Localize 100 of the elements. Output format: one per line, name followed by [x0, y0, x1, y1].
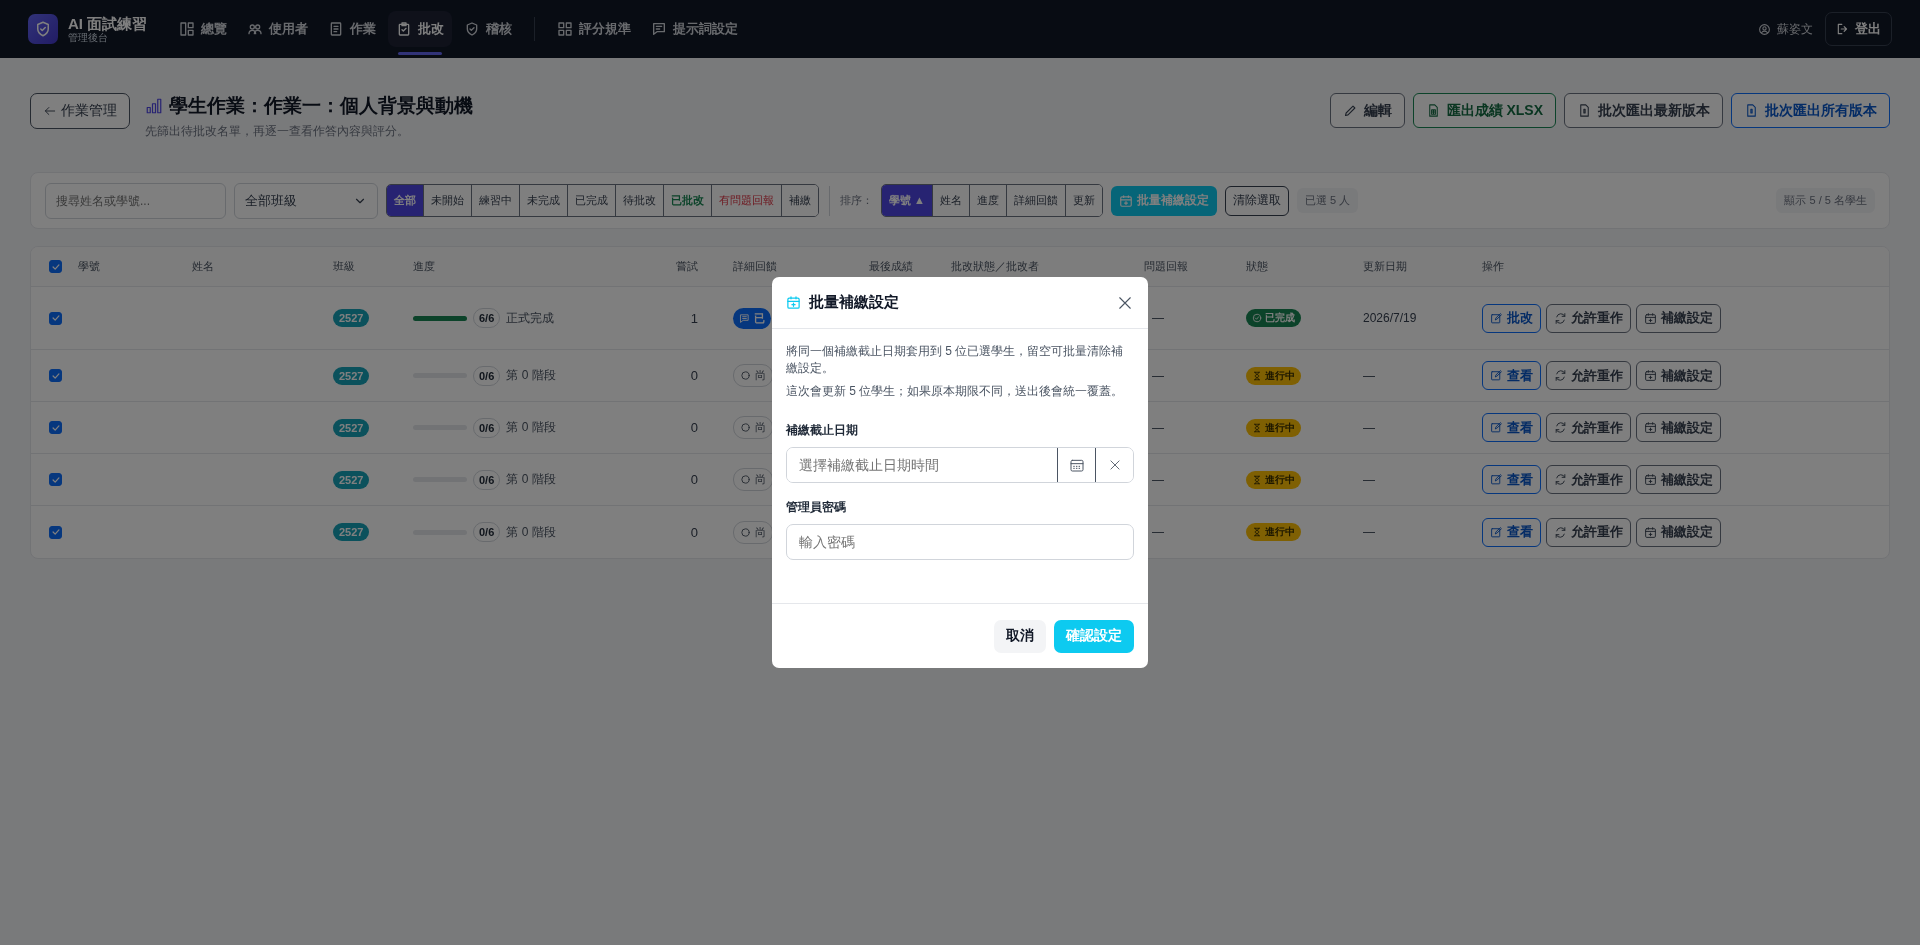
- file-icon: [1577, 103, 1592, 118]
- row-action-button[interactable]: 補繳設定: [1636, 361, 1721, 390]
- nav-tab[interactable]: 稽核: [456, 11, 521, 47]
- column-header: 批改狀態／批改者: [950, 259, 1040, 274]
- dialog-text: 將同一個補繳截止日期套用到 5 位已選學生，留空可批量清除補繳設定。: [786, 343, 1125, 377]
- refresh-icon: [1554, 473, 1567, 486]
- row-action-button[interactable]: 補繳設定: [1636, 413, 1721, 442]
- column-header: 進度: [412, 259, 436, 274]
- row-action-button[interactable]: 允許重作: [1546, 413, 1631, 442]
- header-button[interactable]: 匯出成績 XLSX: [1412, 93, 1556, 128]
- row-action-button[interactable]: 補繳設定: [1636, 465, 1721, 494]
- message-icon: [651, 21, 668, 37]
- circle-icon: [740, 422, 751, 433]
- header-button[interactable]: 批次匯出所有版本: [1731, 93, 1890, 128]
- check-icon: [50, 527, 61, 537]
- nav-tab[interactable]: 總覽: [171, 11, 236, 47]
- progress-stage: 第 0 階段: [506, 471, 556, 488]
- check-icon: [50, 474, 61, 485]
- edit-icon: [1490, 421, 1503, 434]
- filter-tab[interactable]: 全部: [387, 185, 424, 216]
- user-name: 蘇姿文: [1777, 20, 1813, 38]
- class-select[interactable]: 全部班級: [234, 182, 378, 219]
- row-checkbox[interactable]: [49, 369, 62, 382]
- page-title: 學生作業：作業一：個人背景與動機: [169, 94, 473, 118]
- logout-button[interactable]: 登出: [1825, 12, 1892, 46]
- row-action-button[interactable]: 批改: [1482, 303, 1541, 333]
- update-date: —: [1363, 525, 1375, 539]
- class-badge: 2527: [333, 366, 370, 385]
- field-label: 補繳截止日期: [786, 422, 859, 439]
- row-action-button[interactable]: 允許重作: [1546, 303, 1631, 333]
- refresh-icon: [1554, 369, 1567, 382]
- check-icon: [50, 370, 61, 381]
- feedback-badge: 已: [733, 307, 771, 329]
- select-all-checkbox[interactable]: [49, 260, 62, 273]
- hourglass-icon: [1252, 370, 1262, 381]
- calendar-plus-icon: [786, 295, 801, 310]
- issue-report: —: [1152, 420, 1164, 435]
- check-icon: [50, 422, 61, 433]
- selected-count: 已選 5 人: [1296, 188, 1359, 213]
- dialog-title: 批量補繳設定: [809, 293, 899, 312]
- calendar-plus-icon: [1644, 421, 1657, 434]
- sort-tab[interactable]: 學號 ▲: [882, 185, 933, 216]
- row-checkbox[interactable]: [49, 525, 62, 539]
- column-header: 問題回報: [1143, 259, 1189, 274]
- column-header: 狀態: [1245, 259, 1269, 274]
- column-header: 學號: [77, 259, 101, 274]
- date-field[interactable]: 選擇補繳截止日期時間: [786, 447, 1134, 483]
- row-action-button[interactable]: 查看: [1482, 361, 1541, 390]
- student-count: 顯示 5 / 5 名學生: [1776, 188, 1875, 213]
- calendar-plus-icon: [1644, 369, 1657, 382]
- hourglass-icon: [1252, 527, 1262, 537]
- row-action-button[interactable]: 查看: [1482, 517, 1541, 547]
- header-button[interactable]: 編輯: [1329, 93, 1405, 128]
- issue-report: —: [1152, 525, 1164, 539]
- row-action-button[interactable]: 查看: [1482, 465, 1541, 494]
- header-button[interactable]: 批次匯出最新版本: [1564, 93, 1723, 128]
- row-action-button[interactable]: 允許重作: [1546, 517, 1631, 547]
- field-label: 管理員密碼: [786, 499, 847, 516]
- issue-report: —: [1152, 472, 1164, 487]
- class-badge: 2527: [333, 470, 370, 489]
- update-date: 2026/7/19: [1363, 311, 1417, 325]
- app-subtitle: 管理後台: [68, 31, 108, 44]
- column-header: 最後成績: [868, 259, 914, 274]
- column-header: 班級: [332, 259, 356, 274]
- check-icon: [50, 261, 61, 272]
- app-title: AI 面試練習: [68, 14, 148, 32]
- progress-stage: 第 0 階段: [506, 367, 556, 384]
- nav-tab[interactable]: 使用者: [239, 11, 317, 47]
- sort-label: 排序：: [840, 193, 873, 208]
- calendar-icon: [1068, 457, 1085, 473]
- nav-tab[interactable]: 提示詞設定: [643, 11, 747, 47]
- hourglass-icon: [1252, 422, 1262, 433]
- row-action-button[interactable]: 允許重作: [1546, 465, 1631, 494]
- row-action-button[interactable]: 補繳設定: [1636, 303, 1721, 333]
- arrow-left-icon: [43, 104, 57, 118]
- nav-tab[interactable]: 評分規準: [549, 11, 640, 47]
- check-icon: [50, 313, 61, 323]
- attempt-count: 0: [690, 420, 698, 435]
- update-date: —: [1363, 472, 1375, 487]
- row-action-button[interactable]: 允許重作: [1546, 361, 1631, 390]
- back-button[interactable]: 作業管理: [30, 93, 130, 129]
- layout-icon: [179, 21, 196, 37]
- clear-button[interactable]: [1095, 448, 1133, 482]
- edit-icon: [1490, 369, 1503, 382]
- search-field[interactable]: 搜尋姓名或學號...: [45, 182, 226, 219]
- attempt-count: 0: [690, 368, 698, 383]
- class-badge: 2527: [333, 418, 370, 437]
- dialog-text: 這次會更新 5 位學生；如果原本期限不同，送出後會統一覆蓋。: [786, 383, 1125, 400]
- attempt-count: 1: [690, 310, 698, 326]
- password-field[interactable]: 輸入密碼: [786, 524, 1134, 560]
- row-action-button[interactable]: 查看: [1482, 413, 1541, 442]
- row-checkbox[interactable]: [49, 311, 62, 325]
- hourglass-icon: [1252, 474, 1262, 485]
- row-action-button[interactable]: 補繳設定: [1636, 517, 1721, 547]
- cancel-button[interactable]: 取消: [994, 619, 1046, 653]
- clear-selection-button[interactable]: 清除選取: [1224, 185, 1289, 216]
- row-checkbox[interactable]: [49, 421, 62, 434]
- nav-tab[interactable]: 作業: [320, 11, 385, 47]
- row-checkbox[interactable]: [49, 473, 62, 486]
- refresh-icon: [1554, 311, 1567, 325]
